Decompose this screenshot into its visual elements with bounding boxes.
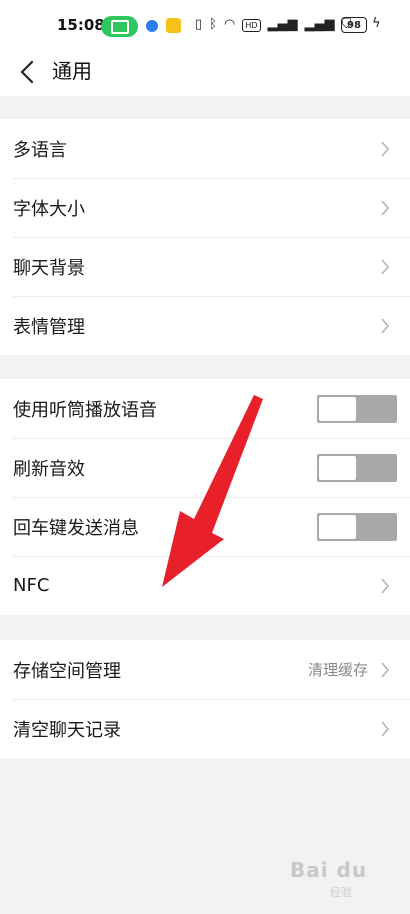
- chevron-right-icon: [381, 259, 390, 275]
- chevron-right-icon: [381, 318, 390, 334]
- row-label: 使用听筒播放语音: [13, 399, 157, 421]
- signal-icon: ▂▄▆: [267, 17, 298, 32]
- baidu-watermark-sub: 经验: [330, 886, 352, 899]
- toggle-knob: [319, 397, 356, 421]
- page-title: 通用: [52, 59, 92, 83]
- enter-to-send-toggle[interactable]: [317, 513, 397, 541]
- screen-cast-icon: [101, 16, 138, 37]
- baidu-watermark: Bai du: [290, 858, 368, 882]
- settings-row-language[interactable]: 多语言: [0, 119, 410, 178]
- row-label: 聊天背景: [13, 257, 85, 279]
- chevron-right-icon: [381, 578, 390, 594]
- status-icons: ▯ ᛒ ◠ HD ▂▄▆ ▂▄▆ ⛉: [195, 17, 351, 33]
- back-arrow-icon[interactable]: [18, 58, 38, 86]
- app-notification-icon-2: [166, 18, 181, 33]
- chevron-right-icon: [381, 721, 390, 737]
- toggle-knob: [319, 456, 356, 480]
- charging-icon: ϟ: [372, 16, 381, 31]
- bluetooth-icon: ᛒ: [209, 17, 217, 32]
- app-header: 通用: [0, 50, 410, 96]
- status-time: 15:08: [57, 16, 105, 34]
- chevron-right-icon: [381, 200, 390, 216]
- settings-row-clear-chat-history[interactable]: 清空聊天记录: [0, 699, 410, 758]
- vibrate-icon: ▯: [195, 17, 203, 32]
- status-bar: 15:08 ▯ ᛒ ◠ HD ▂▄▆ ▂▄▆ ⛉ 98 ϟ: [0, 0, 410, 50]
- refresh-sound-toggle[interactable]: [317, 454, 397, 482]
- row-label: 表情管理: [13, 316, 85, 338]
- settings-group-display: 多语言 字体大小 聊天背景 表情管理: [0, 119, 410, 355]
- row-label: NFC: [13, 575, 50, 596]
- row-label: 刷新音效: [13, 458, 85, 480]
- app-notification-icon: [146, 20, 158, 32]
- row-label: 字体大小: [13, 198, 85, 220]
- signal-icon-2: ▂▄▆: [304, 17, 335, 32]
- chevron-right-icon: [381, 141, 390, 157]
- settings-row-chat-background[interactable]: 聊天背景: [0, 237, 410, 296]
- annotation-arrow-icon: [162, 395, 263, 587]
- earpiece-voice-toggle[interactable]: [317, 395, 397, 423]
- row-label: 清空聊天记录: [13, 719, 121, 741]
- row-label: 回车键发送消息: [13, 517, 139, 539]
- settings-row-emoji-management[interactable]: 表情管理: [0, 296, 410, 355]
- wifi-icon: ◠: [223, 17, 236, 32]
- settings-row-storage-management[interactable]: 存储空间管理 清理缓存: [0, 640, 410, 699]
- chevron-right-icon: [381, 662, 390, 678]
- toggle-knob: [319, 515, 356, 539]
- settings-group-storage: 存储空间管理 清理缓存 清空聊天记录: [0, 640, 410, 758]
- clear-cache-value: 清理缓存: [307, 661, 368, 679]
- hd-icon: HD: [242, 18, 261, 32]
- row-label: 多语言: [13, 139, 67, 161]
- settings-row-font-size[interactable]: 字体大小: [0, 178, 410, 237]
- battery-icon: 98: [341, 17, 367, 33]
- row-label: 存储空间管理: [13, 660, 121, 682]
